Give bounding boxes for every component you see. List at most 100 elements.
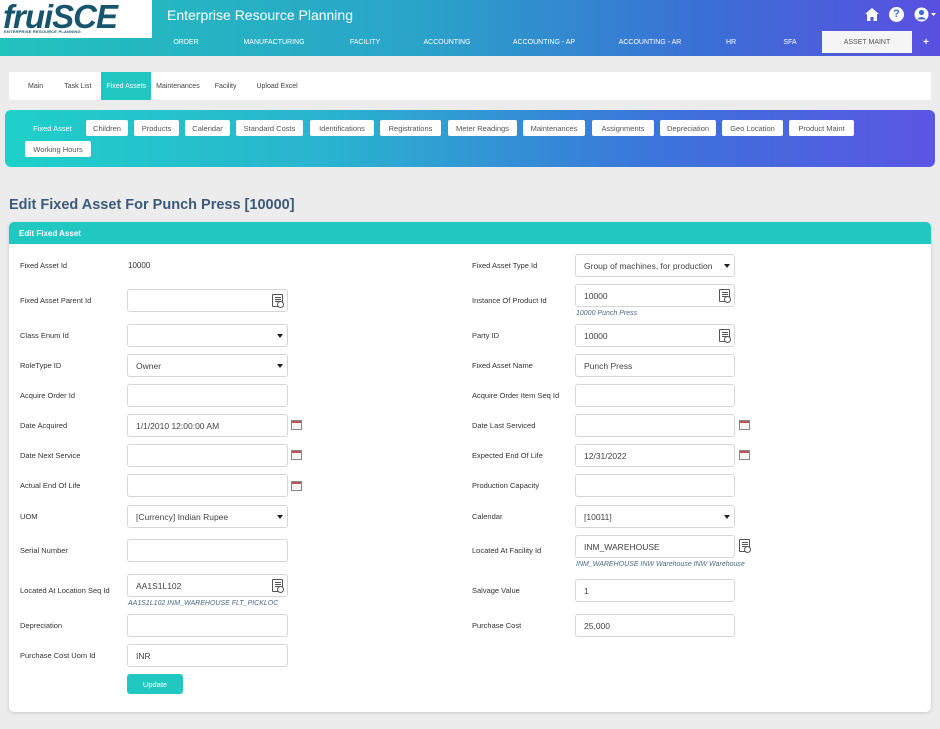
- fixed-asset-button-bar: Fixed Asset Children Products Calendar S…: [5, 110, 935, 167]
- tab-fixed-assets[interactable]: Fixed Assets: [101, 72, 152, 100]
- uom-select[interactable]: [Currency] Indian Rupee: [127, 505, 288, 528]
- tab-upload-excel[interactable]: Upload Excel: [246, 72, 307, 100]
- lookup-icon[interactable]: [739, 539, 751, 553]
- purchase-cost-uom-value: INR: [136, 650, 151, 661]
- calendar-button[interactable]: Calendar: [185, 120, 230, 136]
- type-id-select[interactable]: Group of machines, for production: [575, 254, 735, 277]
- asset-name-label: Fixed Asset Name: [472, 361, 533, 370]
- asset-name-value: Punch Press: [584, 360, 633, 371]
- facility-id-value: INM_WAREHOUSE: [584, 541, 660, 552]
- date-last-serviced-input[interactable]: [575, 414, 735, 437]
- serial-input[interactable]: [127, 539, 288, 562]
- location-seq-value: AA1S1L102: [136, 580, 182, 591]
- identifications-button[interactable]: Identifications: [310, 120, 374, 136]
- facility-id-input[interactable]: INM_WAREHOUSE: [575, 535, 735, 558]
- lookup-icon[interactable]: [272, 579, 284, 593]
- salvage-label: Salvage Value: [472, 586, 520, 595]
- class-enum-select[interactable]: [127, 324, 288, 347]
- facility-id-label: Located At Facility Id: [472, 546, 542, 555]
- tab-facility[interactable]: Facility: [205, 72, 247, 100]
- serial-label: Serial Number: [20, 546, 68, 555]
- topnav-accounting-ap[interactable]: ACCOUNTING - AP: [492, 31, 596, 53]
- calendar-icon[interactable]: [291, 481, 302, 491]
- topnav-hr[interactable]: HR: [704, 31, 758, 53]
- lookup-icon[interactable]: [272, 294, 284, 308]
- standard-costs-button[interactable]: Standard Costs: [236, 120, 303, 136]
- purchase-cost-value: 25,000: [584, 620, 610, 631]
- depreciation-input[interactable]: [127, 614, 288, 637]
- user-icon[interactable]: [914, 6, 936, 22]
- uom-label: UOM: [20, 512, 38, 521]
- topnav-sfa[interactable]: SFA: [758, 31, 822, 53]
- location-seq-input[interactable]: AA1S1L102: [127, 574, 288, 597]
- calendar-icon[interactable]: [739, 450, 750, 460]
- home-icon[interactable]: [865, 6, 879, 22]
- type-id-label: Fixed Asset Type Id: [472, 261, 538, 270]
- logo[interactable]: fruiSCE ENTERPRISE RESOURCE PLANNING: [0, 0, 152, 38]
- actual-end-input[interactable]: [127, 474, 288, 497]
- uom-value: [Currency] Indian Rupee: [136, 511, 229, 522]
- salvage-value: 1: [584, 585, 589, 596]
- calendar-value: [10011]: [584, 511, 612, 522]
- purchase-cost-uom-input[interactable]: INR: [127, 644, 288, 667]
- acquire-order-input[interactable]: [127, 384, 288, 407]
- topnav-asset-maint[interactable]: ASSET MAINT: [822, 31, 912, 53]
- chevron-down-icon: [277, 364, 283, 368]
- asset-name-input[interactable]: Punch Press: [575, 354, 735, 377]
- role-type-value: Owner: [136, 360, 162, 371]
- location-seq-label: Located At Location Seq Id: [20, 586, 110, 595]
- expected-end-value: 12/31/2022: [584, 450, 627, 461]
- calendar-icon[interactable]: [739, 420, 750, 430]
- calendar-icon[interactable]: [291, 420, 302, 430]
- fixed-asset-button[interactable]: Fixed Asset: [25, 120, 80, 136]
- update-button[interactable]: Update: [127, 674, 183, 694]
- maintenances-button[interactable]: Maintenances: [523, 120, 585, 136]
- date-acquired-input[interactable]: 1/1/2010 12:00:00 AM: [127, 414, 288, 437]
- sub-tabs: Main Task List Fixed Assets Maintenances…: [9, 72, 931, 100]
- calendar-select[interactable]: [10011]: [575, 505, 735, 528]
- acquire-item-input[interactable]: [575, 384, 735, 407]
- parent-id-input[interactable]: [127, 289, 288, 312]
- topnav-more[interactable]: +: [912, 31, 940, 53]
- help-icon[interactable]: ?: [889, 6, 904, 22]
- salvage-input[interactable]: 1: [575, 579, 735, 602]
- expected-end-input[interactable]: 12/31/2022: [575, 444, 735, 467]
- instance-product-input[interactable]: 10000: [575, 284, 735, 307]
- purchase-cost-uom-label: Purchase Cost Uom Id: [20, 651, 96, 660]
- topnav-accounting[interactable]: ACCOUNTING: [402, 31, 492, 53]
- topnav-accounting-ar[interactable]: ACCOUNTING - AR: [596, 31, 704, 53]
- topnav-manufacturing[interactable]: MANUFACTURING: [220, 31, 328, 53]
- calendar-icon[interactable]: [291, 450, 302, 460]
- logo-text: fruiSCE: [3, 0, 118, 35]
- role-type-select[interactable]: Owner: [127, 354, 288, 377]
- depreciation-button[interactable]: Depreciation: [660, 120, 716, 136]
- tab-task-list[interactable]: Task List: [54, 72, 101, 100]
- purchase-cost-input[interactable]: 25,000: [575, 614, 735, 637]
- tab-maintenances[interactable]: Maintenances: [151, 72, 205, 100]
- page-title: Edit Fixed Asset For Punch Press [10000]: [9, 197, 295, 213]
- registrations-button[interactable]: Registrations: [380, 120, 441, 136]
- tab-main[interactable]: Main: [17, 72, 54, 100]
- working-hours-button[interactable]: Working Hours: [25, 141, 91, 157]
- products-button[interactable]: Products: [134, 120, 179, 136]
- party-id-input[interactable]: 10000: [575, 324, 735, 347]
- party-id-value: 10000: [584, 330, 608, 341]
- geo-location-button[interactable]: Geo Location: [722, 120, 783, 136]
- fixed-asset-id-label: Fixed Asset Id: [20, 261, 68, 270]
- lookup-icon[interactable]: [719, 289, 731, 303]
- lookup-icon[interactable]: [719, 329, 731, 343]
- topnav-facility[interactable]: FACILITY: [328, 31, 402, 53]
- header-icons: ?: [865, 6, 936, 22]
- topnav-order[interactable]: ORDER: [152, 31, 220, 53]
- children-button[interactable]: Children: [86, 120, 128, 136]
- date-next-service-label: Date Next Service: [20, 451, 81, 460]
- app-title: Enterprise Resource Planning: [167, 7, 353, 23]
- meter-readings-button[interactable]: Meter Readings: [448, 120, 517, 136]
- type-id-value: Group of machines, for production: [584, 260, 713, 271]
- production-capacity-input[interactable]: [575, 474, 735, 497]
- assignments-button[interactable]: Assignments: [592, 120, 654, 136]
- date-next-service-input[interactable]: [127, 444, 288, 467]
- product-maint-button[interactable]: Product Maint: [789, 120, 854, 136]
- instance-product-hint: 10000 Punch Press: [576, 310, 638, 317]
- help-glyph: ?: [889, 6, 904, 22]
